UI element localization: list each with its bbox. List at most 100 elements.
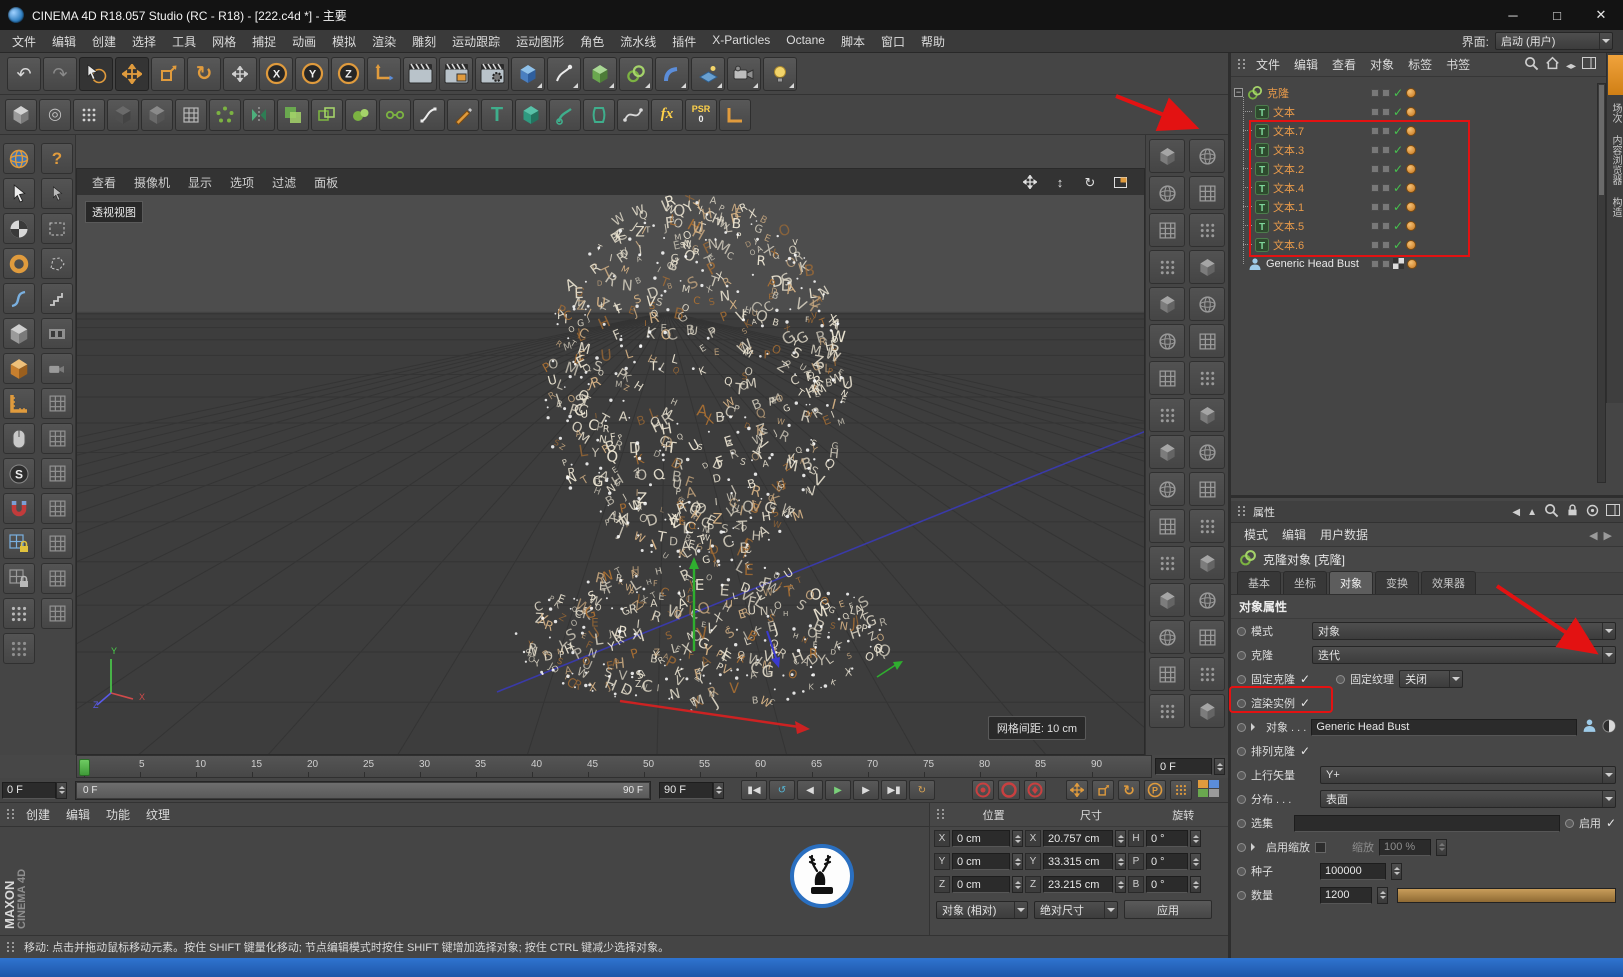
hatch-icon[interactable] [41,388,73,419]
render-visibility-dot[interactable] [1382,183,1390,192]
stepper[interactable] [1012,853,1023,870]
object-preset-icon[interactable] [1149,287,1185,321]
add-cube-object[interactable] [511,56,545,91]
object-row-child[interactable]: T 文本.6 [1231,235,1591,254]
editor-visibility-dot[interactable] [1371,145,1379,154]
object-manager-scrollbar[interactable] [1597,83,1606,483]
anim-dot-icon[interactable] [1237,818,1246,828]
anim-dot-icon[interactable] [1237,650,1246,660]
main-menu-1[interactable]: 编辑 [44,30,84,53]
render-visibility-dot[interactable] [1382,145,1390,154]
add-mograph-object[interactable] [619,56,653,91]
enabled-check-icon[interactable] [1393,143,1403,157]
stepper[interactable] [1190,876,1201,893]
metaball-object[interactable] [345,98,377,131]
materials-menu-3[interactable]: 纹理 [138,803,178,826]
rotate-tool[interactable]: ↻ [187,56,221,91]
size-x-field[interactable]: 20.757 cm [1043,830,1113,847]
anim-dot-icon[interactable] [1237,890,1246,900]
anim-dot-icon[interactable] [1237,722,1246,732]
object-preset-icon[interactable] [1189,213,1225,247]
render-instance-checkbox[interactable] [1300,696,1310,710]
points-mode[interactable] [73,98,105,131]
attributes-menu-2[interactable]: 用户数据 [1313,524,1375,545]
object-preset-icon[interactable] [1189,546,1225,580]
rect-select-icon[interactable] [41,213,73,244]
magnet-icon[interactable] [3,493,35,524]
back-icon[interactable]: ◀ [1589,528,1597,542]
rotation-b-field[interactable]: 0 ° [1146,876,1188,893]
stepper[interactable] [1190,853,1201,870]
main-menu-18[interactable]: 脚本 [833,30,873,53]
add-environment[interactable] [691,56,725,91]
object-preset-icon[interactable] [1189,435,1225,469]
object-preset-icon[interactable] [1149,324,1185,358]
phong-tag-icon[interactable] [1406,125,1417,136]
path-icon[interactable]: ◂▸ [1566,58,1576,72]
undo[interactable]: ↶ [7,56,41,91]
position-x-field[interactable]: 0 cm [952,830,1010,847]
render-visibility-dot[interactable] [1382,88,1390,97]
main-menu-20[interactable]: 帮助 [913,30,953,53]
object-preset-icon[interactable] [1189,472,1225,506]
toggle-view-icon[interactable] [1110,173,1130,191]
render-visibility-dot[interactable] [1382,126,1390,135]
panel-icon[interactable] [1606,504,1620,519]
phong-tag-icon[interactable] [1406,87,1417,98]
key-rotation[interactable]: ↻ [1118,780,1140,800]
object-row-child[interactable]: T 文本.4 [1231,178,1591,197]
main-menu-14[interactable]: 流水线 [612,30,664,53]
connect-object[interactable] [379,98,411,131]
viewport-menu-4[interactable]: 过滤 [263,172,305,193]
main-menu-15[interactable]: 插件 [664,30,704,53]
home-icon[interactable] [1545,56,1560,73]
play-mode[interactable]: ↻ [909,780,935,800]
hatch-icon[interactable] [41,493,73,524]
enabled-check-icon[interactable] [1393,181,1403,195]
anim-dot-icon[interactable] [1237,746,1246,756]
scale-tool[interactable] [151,56,185,91]
editor-visibility-dot[interactable] [1371,107,1379,116]
polygons-mode[interactable] [141,98,173,131]
stepper[interactable] [1115,853,1126,870]
shading-icon[interactable] [1602,719,1616,736]
phong-tag-icon[interactable] [1406,220,1417,231]
autokey[interactable] [998,780,1020,800]
object-preset-icon[interactable] [1149,435,1185,469]
object-preset-icon[interactable] [1149,176,1185,210]
object-preset-icon[interactable] [1149,620,1185,654]
seed-field[interactable]: 100000 [1320,862,1386,880]
phong-tag-icon[interactable] [1406,239,1417,250]
tab-2[interactable]: 对象 [1329,571,1373,594]
object-preset-icon[interactable] [1189,583,1225,617]
make-editable[interactable] [5,98,37,131]
forward-icon[interactable]: ▶ [1604,528,1612,542]
lathe-object[interactable] [583,98,615,131]
pan-view-icon[interactable] [1020,173,1040,191]
editor-visibility-dot[interactable] [1371,164,1379,173]
redo[interactable]: ↷ [43,56,77,91]
viewport-menu-5[interactable]: 面板 [305,172,347,193]
xpresso-editor[interactable]: fx [651,98,683,131]
active-layout-tab[interactable] [1608,55,1623,95]
stepper[interactable] [1436,838,1447,856]
measure-tool[interactable] [719,98,751,131]
main-menu-19[interactable]: 窗口 [873,30,913,53]
stepper[interactable] [1391,862,1402,880]
phong-tag-icon[interactable] [1406,163,1417,174]
object-preset-icon[interactable] [1189,620,1225,654]
mouse-icon[interactable] [3,423,35,454]
sketch-tool[interactable] [447,98,479,131]
phong-tag-icon[interactable] [1406,106,1417,117]
viewport-menu-3[interactable]: 选项 [221,172,263,193]
edges-mode[interactable] [107,98,139,131]
object-row-root[interactable]: Generic Head Bust [1231,254,1591,273]
object-preset-icon[interactable] [1189,139,1225,173]
phong-tag-icon[interactable] [1406,201,1417,212]
stepper[interactable] [1190,830,1201,847]
key-scale[interactable] [1092,780,1114,800]
spline-pen[interactable] [413,98,445,131]
object-preset-icon[interactable] [1149,139,1185,173]
key-parameter[interactable]: P [1144,780,1166,800]
attributes-menu-0[interactable]: 模式 [1237,524,1275,545]
